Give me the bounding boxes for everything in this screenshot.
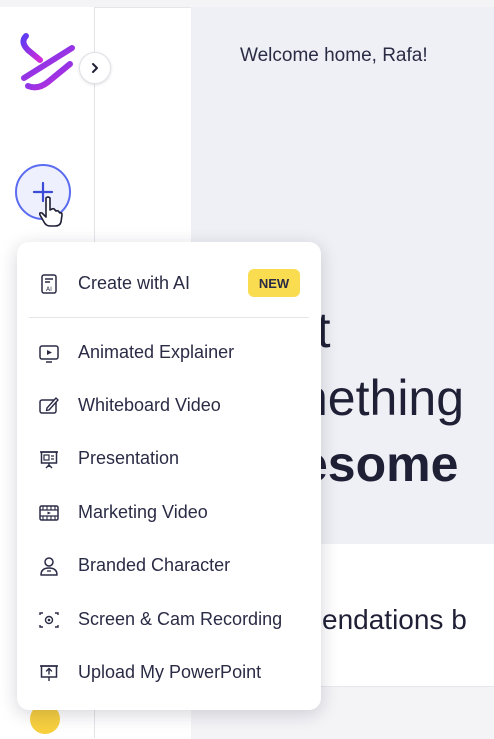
menu-item-label: Presentation [78,448,180,468]
create-menu: AI Create with AI NEW Animated Explainer… [17,242,321,710]
menu-item-label: Branded Character [78,555,231,575]
character-icon [40,557,58,576]
film-strip-icon [39,505,59,521]
menu-item-label: Marketing Video [78,502,208,522]
play-screen-icon [39,345,59,363]
hero-heading-line3: esome [300,436,459,492]
new-badge: NEW [248,269,300,297]
menu-item-whiteboard-video[interactable]: Whiteboard Video [17,385,321,425]
menu-item-marketing-video[interactable]: Marketing Video [17,492,321,532]
upload-presentation-icon [40,665,58,681]
menu-item-label: Screen & Cam Recording [78,609,283,629]
whiteboard-pen-icon [39,397,59,414]
menu-item-branded-character[interactable]: Branded Character [17,545,321,585]
menu-divider [29,317,309,318]
menu-item-label: Animated Explainer [78,342,235,362]
menu-item-label: Upload My PowerPoint [78,662,262,682]
expand-sidebar-button[interactable] [79,52,111,84]
app-logo[interactable] [18,30,78,94]
hand-cursor-icon [38,196,63,227]
menu-item-screen-cam-recording[interactable]: Screen & Cam Recording [17,599,321,639]
menu-item-upload-powerpoint[interactable]: Upload My PowerPoint [17,652,321,692]
ai-document-icon: AI [41,274,57,294]
menu-item-animated-explainer[interactable]: Animated Explainer [17,332,321,372]
hero-heading-line2: nething [300,370,465,426]
chevron-right-icon [92,63,98,73]
recommendations-heading: endations b [322,604,467,635]
menu-item-presentation[interactable]: Presentation [17,438,321,478]
screen-record-icon [39,612,59,628]
svg-text:AI: AI [46,286,52,293]
menu-item-label: Whiteboard Video [78,395,221,415]
presentation-board-icon [40,451,58,469]
welcome-message: Welcome home, Rafa! [240,45,428,66]
menu-item-label: Create with AI [78,273,191,293]
